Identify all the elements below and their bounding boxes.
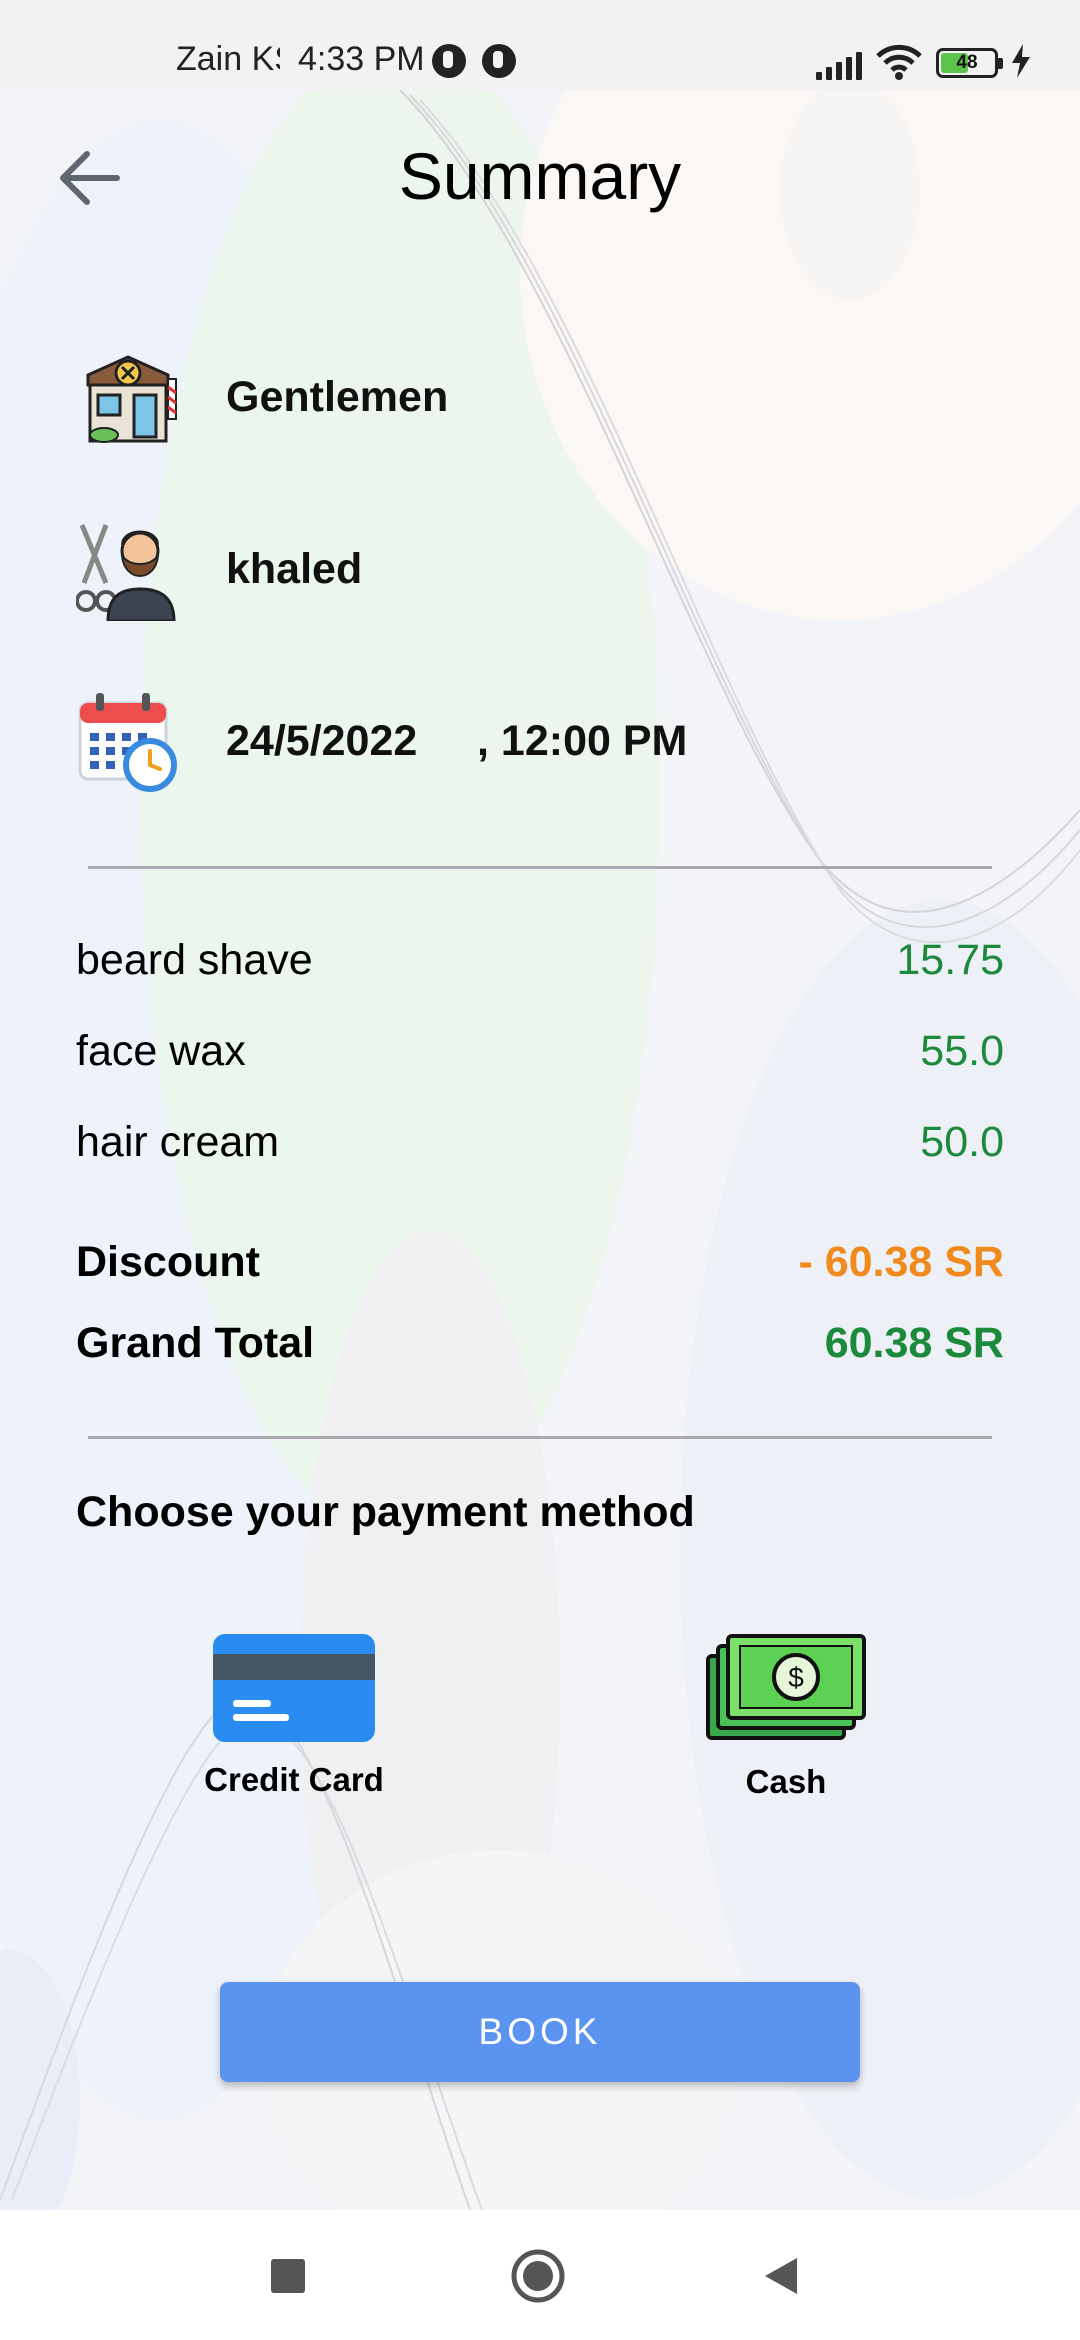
carrier-name: Zain KSA (176, 40, 280, 78)
credit-card-icon (213, 1634, 375, 1742)
service-row: beard shave 15.75 (76, 930, 1004, 990)
service-row: hair cream 50.0 (76, 1112, 1004, 1172)
service-price: 55.0 (920, 1026, 1004, 1075)
status-bar: Zain KSA 4:33 PM 48 (0, 0, 1080, 90)
square-icon (271, 2259, 305, 2293)
home-circle-icon (511, 2249, 565, 2303)
credit-card-option[interactable]: Credit Card (174, 1634, 414, 1799)
shop-name: Gentlemen (226, 372, 449, 421)
system-nav-bar (0, 2210, 1080, 2340)
calendar-clock-icon (78, 693, 177, 792)
battery-level: 48 (956, 52, 978, 73)
service-name: beard shave (76, 935, 313, 984)
recent-apps-button[interactable] (248, 2236, 328, 2316)
discount-value: - 60.38 SR (798, 1237, 1004, 1286)
notification-icon (432, 44, 466, 78)
payment-heading: Choose your payment method (76, 1488, 695, 1536)
back-nav-button[interactable] (740, 2236, 820, 2316)
service-price: 50.0 (920, 1117, 1004, 1166)
page-title: Summary (398, 139, 682, 213)
discount-row: Discount - 60.38 SR (76, 1232, 1004, 1292)
credit-card-label: Credit Card (204, 1761, 384, 1798)
shop-row: Gentlemen (76, 342, 448, 452)
booking-datetime: 24/5/2022 , 12:00 PM (226, 716, 688, 765)
battery-icon: 48 (936, 48, 1003, 78)
book-button[interactable]: BOOK (220, 1982, 860, 2082)
barber-row: khaled (76, 514, 362, 624)
notification-icon (482, 44, 516, 78)
service-row: face wax 55.0 (76, 1021, 1004, 1081)
divider (88, 1436, 992, 1439)
service-name: face wax (76, 1026, 246, 1075)
home-button[interactable] (498, 2236, 578, 2316)
service-price: 15.75 (896, 935, 1004, 984)
discount-label: Discount (76, 1237, 260, 1286)
cash-icon: $ (706, 1634, 866, 1740)
triangle-back-icon (765, 2258, 797, 2294)
cash-option[interactable]: $ Cash (666, 1634, 906, 1801)
barber-avatar-icon (76, 524, 176, 621)
grand-total-label: Grand Total (76, 1318, 315, 1367)
status-time: 4:33 PM (298, 40, 425, 78)
datetime-row: 24/5/2022 , 12:00 PM (76, 686, 687, 796)
barber-name: khaled (226, 544, 363, 593)
signal-icon (816, 50, 862, 80)
cash-label: Cash (745, 1763, 827, 1800)
svg-text:$: $ (788, 1662, 804, 1693)
service-name: hair cream (76, 1117, 280, 1166)
wifi-icon (876, 44, 922, 80)
charging-icon (1012, 44, 1030, 78)
divider (88, 866, 992, 869)
barbershop-icon (86, 355, 177, 443)
grand-total-value: 60.38 SR (824, 1318, 1004, 1367)
grand-total-row: Grand Total 60.38 SR (76, 1313, 1004, 1373)
